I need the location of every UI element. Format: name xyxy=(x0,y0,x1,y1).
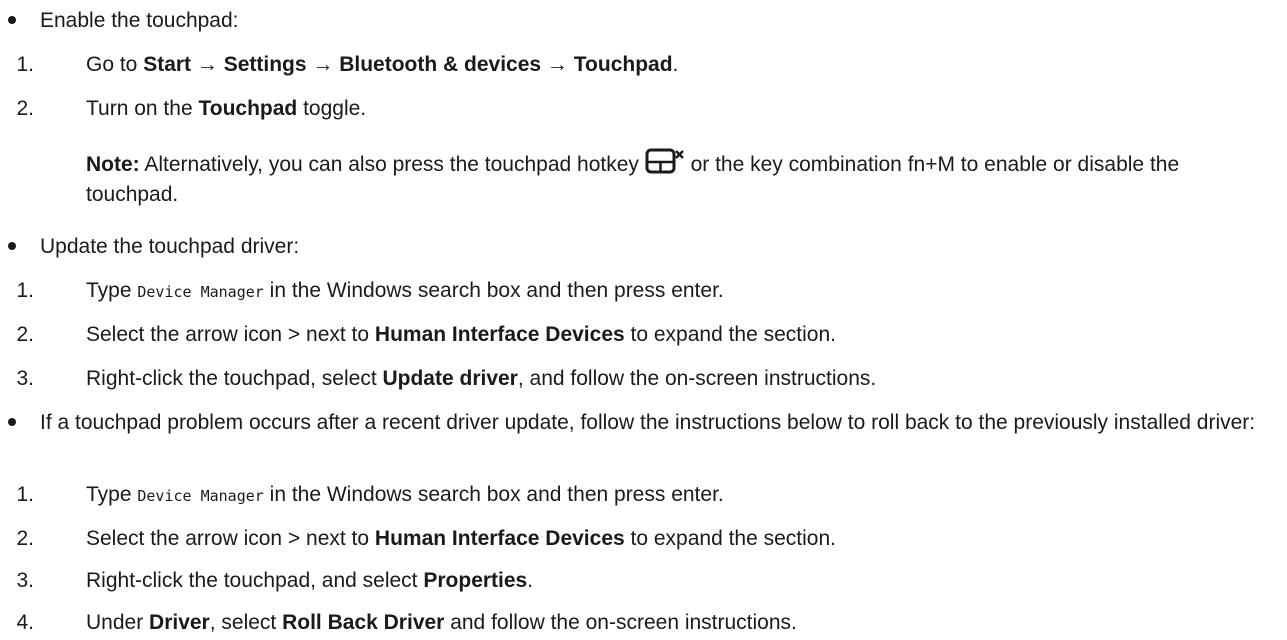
step-text-end: . xyxy=(527,569,534,592)
step-text-end: and follow the on-screen instructions. xyxy=(444,611,797,634)
properties-option: Properties xyxy=(423,569,528,592)
step-number: 2. xyxy=(16,97,34,120)
step-select-properties: 3. Right-click the touchpad, and select P… xyxy=(16,566,534,596)
step-text-mid: , select xyxy=(209,611,283,634)
step-number: 2. xyxy=(16,323,34,346)
step-type-device-manager-2: 1. Type Device Manager in the Windows sea… xyxy=(16,480,724,511)
step-text: Right-click the touchpad, and select xyxy=(86,569,424,592)
step-text-end: . xyxy=(672,53,679,76)
step-number: 4. xyxy=(16,611,34,634)
bullet-roll-back: If a touchpad problem occurs after a rec… xyxy=(0,408,1287,438)
step-expand-hid-2: 2. Select the arrow icon > next to Human … xyxy=(16,524,836,554)
step-text: Under xyxy=(86,611,150,634)
step-update-driver: 3. Right-click the touchpad, select Updat… xyxy=(16,364,877,394)
step-number: 1. xyxy=(16,279,34,302)
touchpad-toggle-name: Touchpad xyxy=(198,97,298,120)
bullet-dot xyxy=(8,16,16,24)
step-text: Right-click the touchpad, select xyxy=(86,367,383,390)
step-roll-back-driver: 4. Under Driver, select Roll Back Driver … xyxy=(16,608,797,638)
hid-category: Human Interface Devices xyxy=(374,527,625,550)
step-text: Turn on the xyxy=(86,97,199,120)
bullet-enable-touchpad: Enable the touchpad: xyxy=(0,6,1287,36)
step-number: 3. xyxy=(16,367,34,390)
step-text: Select the arrow icon > next to xyxy=(86,527,375,550)
step-text: Select the arrow icon > next to xyxy=(86,323,375,346)
bullet-text: If a touchpad problem occurs after a rec… xyxy=(40,411,1256,434)
roll-back-driver-button-name: Roll Back Driver xyxy=(282,611,445,634)
step-text: Type xyxy=(86,483,138,506)
step-text: Go to xyxy=(86,53,144,76)
step-number: 1. xyxy=(16,53,34,76)
touchpad-disable-hotkey-icon xyxy=(645,148,685,174)
update-driver-option: Update driver xyxy=(382,367,518,390)
step-text-end: in the Windows search box and then press… xyxy=(263,279,724,302)
hid-category: Human Interface Devices xyxy=(374,323,625,346)
step-number: 2. xyxy=(16,527,34,550)
device-manager-term: Device Manager xyxy=(137,487,264,505)
note-text: Alternatively, you can also press the to… xyxy=(139,153,645,176)
step-number: 1. xyxy=(16,483,34,506)
bullet-text: Update the touchpad driver: xyxy=(40,235,300,258)
step-text-end: in the Windows search box and then press… xyxy=(263,483,724,506)
step-type-device-manager: 1. Type Device Manager in the Windows sea… xyxy=(16,276,724,307)
document-page: Enable the touchpad: 1. Go to Start → Set… xyxy=(0,0,1287,640)
step-text-end: to expand the section. xyxy=(624,527,836,550)
bullet-text: Enable the touchpad: xyxy=(40,9,239,32)
device-manager-term: Device Manager xyxy=(137,283,264,301)
step-number: 3. xyxy=(16,569,34,592)
step-text-end: to expand the section. xyxy=(624,323,836,346)
bullet-dot xyxy=(8,418,16,426)
step-text-end: , and follow the on-screen instructions. xyxy=(517,367,877,390)
driver-tab: Driver xyxy=(149,611,210,634)
step-text: Type xyxy=(86,279,138,302)
note-label: Note: xyxy=(86,153,140,176)
bullet-dot xyxy=(8,242,16,250)
step-go-to-settings: 1. Go to Start → Settings → Bluetooth & d… xyxy=(16,50,679,80)
bullet-update-driver: Update the touchpad driver: xyxy=(0,232,1287,262)
step-text-end: toggle. xyxy=(297,97,367,120)
step-expand-hid: 2. Select the arrow icon > next to Human … xyxy=(16,320,836,350)
settings-path: Start → Settings → Bluetooth & devices →… xyxy=(143,53,673,76)
step-turn-on-toggle: 2. Turn on the Touchpad toggle. xyxy=(16,94,367,124)
note-hotkey: Note: Alternatively, you can also press … xyxy=(40,148,1266,210)
